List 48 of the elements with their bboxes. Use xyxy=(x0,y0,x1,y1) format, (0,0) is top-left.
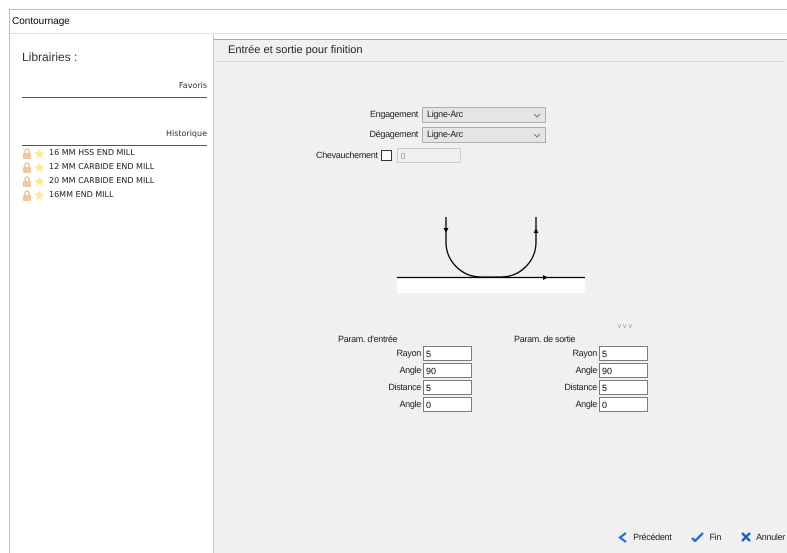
chevron-icon xyxy=(533,112,541,118)
input-field[interactable]: 5 xyxy=(423,380,472,395)
field-label: Distance xyxy=(388,380,421,394)
field-label: Chevauchement xyxy=(316,148,378,162)
tool-item[interactable]: 16MM END MILL xyxy=(49,189,114,201)
input-field[interactable]: 5 xyxy=(599,346,648,361)
input-field[interactable]: 5 xyxy=(423,346,472,361)
wizard-button[interactable]: Annuler xyxy=(741,530,785,544)
star-icon xyxy=(34,176,45,186)
input-field[interactable]: 5 xyxy=(599,380,648,395)
tool-item[interactable]: 16 MM HSS END MILL xyxy=(49,147,135,159)
field-label: Angle xyxy=(399,398,421,411)
tool-item[interactable]: 20 MM CARBIDE END MILL xyxy=(49,175,154,187)
dropdown[interactable]: Ligne-Arc xyxy=(422,127,546,143)
tool-item[interactable]: 12 MM CARBIDE END MILL xyxy=(49,161,154,173)
field-label: Angle xyxy=(575,364,597,377)
lock-icon xyxy=(22,148,32,158)
input-field[interactable]: 90 xyxy=(423,363,472,378)
input-field[interactable]: 0 xyxy=(423,397,472,412)
lock-icon xyxy=(22,176,32,186)
sidebar-title: Librairies : xyxy=(22,49,78,66)
check-icon xyxy=(691,532,704,542)
star-icon xyxy=(34,148,45,158)
field-label: Angle xyxy=(399,364,421,377)
field-label: Dégagement xyxy=(368,128,418,142)
group-title: Param. d'entrée xyxy=(338,334,398,345)
panel-title: Entrée et sortie pour finition xyxy=(228,43,363,58)
chevron-icon xyxy=(533,132,541,138)
close-icon xyxy=(741,532,752,542)
input-field[interactable]: 90 xyxy=(599,363,648,378)
window-title: Contournage xyxy=(12,15,70,29)
group-title: Param. de sortie xyxy=(514,334,576,345)
wizard-button[interactable]: Fin xyxy=(691,530,722,544)
field-label: Angle xyxy=(575,398,597,411)
field-label: Distance xyxy=(564,380,597,394)
lock-icon xyxy=(22,162,32,172)
dropdown[interactable]: Ligne-Arc xyxy=(422,107,546,123)
section-header: Favoris xyxy=(178,81,207,90)
section-header: Historique xyxy=(166,129,207,138)
back-icon xyxy=(618,532,628,543)
field-label: Rayon xyxy=(396,346,421,360)
lock-icon xyxy=(22,190,32,200)
field-label: Rayon xyxy=(572,346,597,360)
field-label: Engagement xyxy=(368,108,418,122)
input-field[interactable]: 0 xyxy=(599,397,648,412)
star-icon xyxy=(34,190,45,200)
wizard-button[interactable]: Précédent xyxy=(618,530,672,544)
star-icon xyxy=(34,162,45,172)
